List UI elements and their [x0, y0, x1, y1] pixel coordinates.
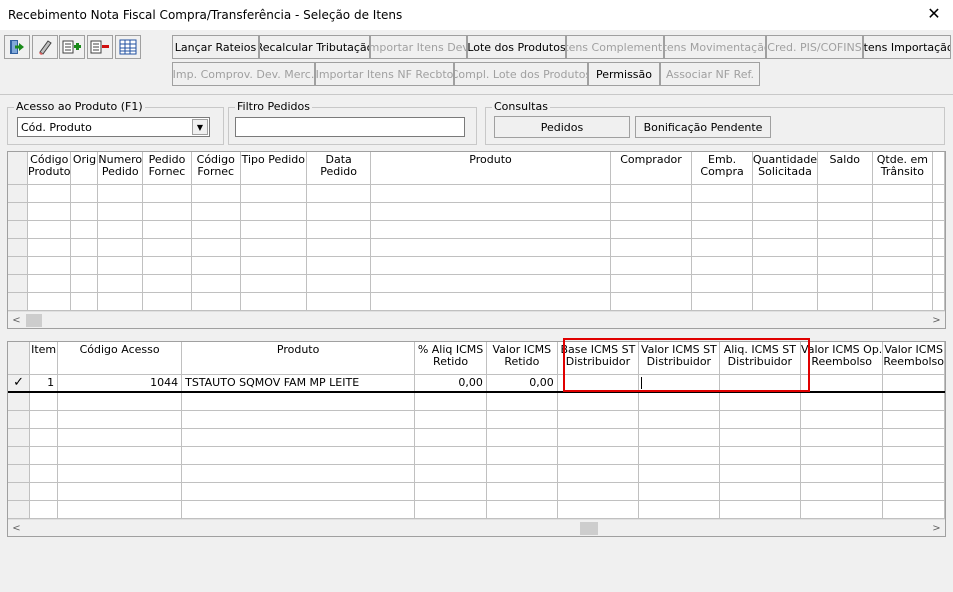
table-row[interactable] [8, 410, 945, 429]
col-codigo-produto[interactable]: Código Produto [27, 152, 72, 185]
cell-valor-icms-op-reembolso[interactable] [800, 374, 884, 393]
table-row[interactable] [8, 482, 945, 501]
col-comprador[interactable]: Comprador [610, 152, 693, 185]
cell-produto[interactable]: TSTAUTO SQMOV FAM MP LEITE [181, 374, 416, 393]
acesso-produto-legend: Acesso ao Produto (F1) [14, 100, 145, 113]
scroll-right-icon[interactable]: > [928, 312, 945, 328]
table-row[interactable]: ✓ 1 1044 TSTAUTO SQMOV FAM MP LEITE 0,00… [8, 374, 945, 393]
close-icon[interactable]: ✕ [925, 5, 943, 23]
acesso-produto-value: Cód. Produto [21, 121, 92, 134]
text-cursor [641, 377, 643, 390]
table-row[interactable] [8, 392, 945, 411]
itens-complemento-button[interactable]: Itens Complemento [566, 35, 664, 59]
table-row[interactable] [8, 256, 945, 275]
col-qtde-transito[interactable]: Qtde. em Trânsito [872, 152, 934, 185]
table-row[interactable] [8, 184, 945, 203]
col-numero-pedido[interactable]: Numero Pedido [97, 152, 144, 185]
table-row[interactable] [8, 220, 945, 239]
scroll-thumb[interactable] [580, 522, 598, 535]
remove-item-icon[interactable] [87, 35, 113, 59]
exit-door-icon[interactable] [4, 35, 30, 59]
table-row[interactable] [8, 500, 945, 519]
col-valor-icms-retido[interactable]: Valor ICMS Retido [486, 342, 558, 375]
importar-itens-nf-recbto-button[interactable]: Importar Itens NF Recbto [315, 62, 454, 86]
pedidos-table: Código Produto Orig Numero Pedido Pedido… [8, 152, 945, 311]
lote-dos-produtos-button[interactable]: Lote dos Produtos [467, 35, 566, 59]
itens-header-row: Item Código Acesso Produto % Aliq ICMS R… [8, 342, 945, 375]
scroll-thumb[interactable] [26, 314, 42, 327]
col-saldo[interactable]: Saldo [817, 152, 873, 185]
col-pedido-fornec[interactable]: Pedido Fornec [142, 152, 192, 185]
scroll-left-icon[interactable]: < [8, 520, 25, 536]
table-row[interactable] [8, 428, 945, 447]
consultas-legend: Consultas [492, 100, 550, 113]
cell-valor-icms-reembolso[interactable] [882, 374, 945, 393]
col-orig[interactable]: Orig [70, 152, 99, 185]
pedidos-grid[interactable]: Código Produto Orig Numero Pedido Pedido… [7, 151, 946, 329]
col-valor-icms-reembolso[interactable]: Valor ICMS Reembolso [882, 342, 945, 375]
itens-movimentacao-button[interactable]: Itens Movimentação [664, 35, 766, 59]
cell-codigo-acesso[interactable]: 1044 [57, 374, 183, 393]
cell-base-icms-st[interactable] [557, 374, 640, 393]
table-row[interactable] [8, 446, 945, 465]
col-data-pedido[interactable]: Data Pedido [306, 152, 372, 185]
cell-item[interactable]: 1 [29, 374, 59, 393]
cred-pis-cofins-button[interactable]: Cred. PIS/COFINS [766, 35, 863, 59]
col-produto[interactable]: Produto [181, 342, 416, 375]
table-row[interactable] [8, 274, 945, 293]
toolbar-separator [0, 94, 953, 95]
col-aliq-icms-retido[interactable]: % Aliq ICMS Retido [414, 342, 487, 375]
col-valor-icms-op-reembolso[interactable]: Valor ICMS Op. Reembolso [800, 342, 884, 375]
col-filler [932, 152, 945, 185]
title-bar: Recebimento Nota Fiscal Compra/Transferê… [0, 0, 953, 30]
permissao-button[interactable]: Permissão [588, 62, 660, 86]
lancar-rateios-button[interactable]: Lançar Rateios [172, 35, 259, 59]
col-valor-icms-st-distribuidor[interactable]: Valor ICMS ST Distribuidor [638, 342, 720, 375]
importar-itens-dev-button[interactable]: Importar Itens Dev. [370, 35, 467, 59]
scroll-left-icon[interactable]: < [8, 312, 25, 328]
pedidos-header-row: Código Produto Orig Numero Pedido Pedido… [8, 152, 945, 185]
col-quantidade-solicitada[interactable]: Quantidade Solicitada [752, 152, 819, 185]
filtro-pedidos-input[interactable] [235, 117, 465, 137]
col-emb-compra[interactable]: Emb. Compra [691, 152, 753, 185]
imp-comprov-dev-merc-button[interactable]: Imp. Comprov. Dev. Merc. [172, 62, 315, 86]
pedidos-button[interactable]: Pedidos [494, 116, 630, 138]
itens-hscrollbar[interactable]: < > [8, 519, 945, 536]
check-icon: ✓ [8, 374, 31, 393]
itens-grid[interactable]: Item Código Acesso Produto % Aliq ICMS R… [7, 341, 946, 537]
col-produto[interactable]: Produto [370, 152, 611, 185]
col-tipo-pedido[interactable]: Tipo Pedido [240, 152, 307, 185]
pedidos-hscrollbar[interactable]: < > [8, 311, 945, 328]
add-item-icon[interactable] [59, 35, 85, 59]
col-base-icms-st-distribuidor[interactable]: Base ICMS ST Distribuidor [557, 342, 640, 375]
grid-icon[interactable] [115, 35, 141, 59]
table-row[interactable] [8, 238, 945, 257]
bonificacao-pendente-button[interactable]: Bonificação Pendente [635, 116, 771, 138]
window-title: Recebimento Nota Fiscal Compra/Transferê… [8, 8, 403, 22]
col-codigo-acesso[interactable]: Código Acesso [57, 342, 183, 375]
col-item[interactable]: Item [29, 342, 59, 375]
row-indicator-header [8, 152, 29, 185]
chevron-down-icon[interactable]: ▼ [192, 119, 208, 135]
col-aliq-icms-st-distribuidor[interactable]: Aliq. ICMS ST Distribuidor [719, 342, 802, 375]
cell-valor-icms-st[interactable] [638, 374, 720, 393]
table-row[interactable] [8, 464, 945, 483]
recalcular-tributacao-button[interactable]: Recalcular Tributação [259, 35, 370, 59]
eraser-icon[interactable] [32, 35, 58, 59]
table-row[interactable] [8, 292, 945, 311]
itens-table: Item Código Acesso Produto % Aliq ICMS R… [8, 342, 945, 519]
associar-nf-ref-button[interactable]: Associar NF Ref. [660, 62, 760, 86]
table-row[interactable] [8, 202, 945, 221]
cell-valor-icms-retido[interactable]: 0,00 [486, 374, 558, 393]
itens-importacao-button[interactable]: Itens Importação [863, 35, 951, 59]
row-indicator-header [8, 342, 31, 375]
cell-aliq-icms-retido[interactable]: 0,00 [414, 374, 487, 393]
col-codigo-fornec[interactable]: Código Fornec [191, 152, 241, 185]
filtro-pedidos-legend: Filtro Pedidos [235, 100, 312, 113]
compl-lote-dos-produtos-button[interactable]: Compl. Lote dos Produtos [454, 62, 588, 86]
cell-aliq-icms-st[interactable] [719, 374, 802, 393]
scroll-right-icon[interactable]: > [928, 520, 945, 536]
acesso-produto-select[interactable]: Cód. Produto ▼ [17, 117, 210, 137]
